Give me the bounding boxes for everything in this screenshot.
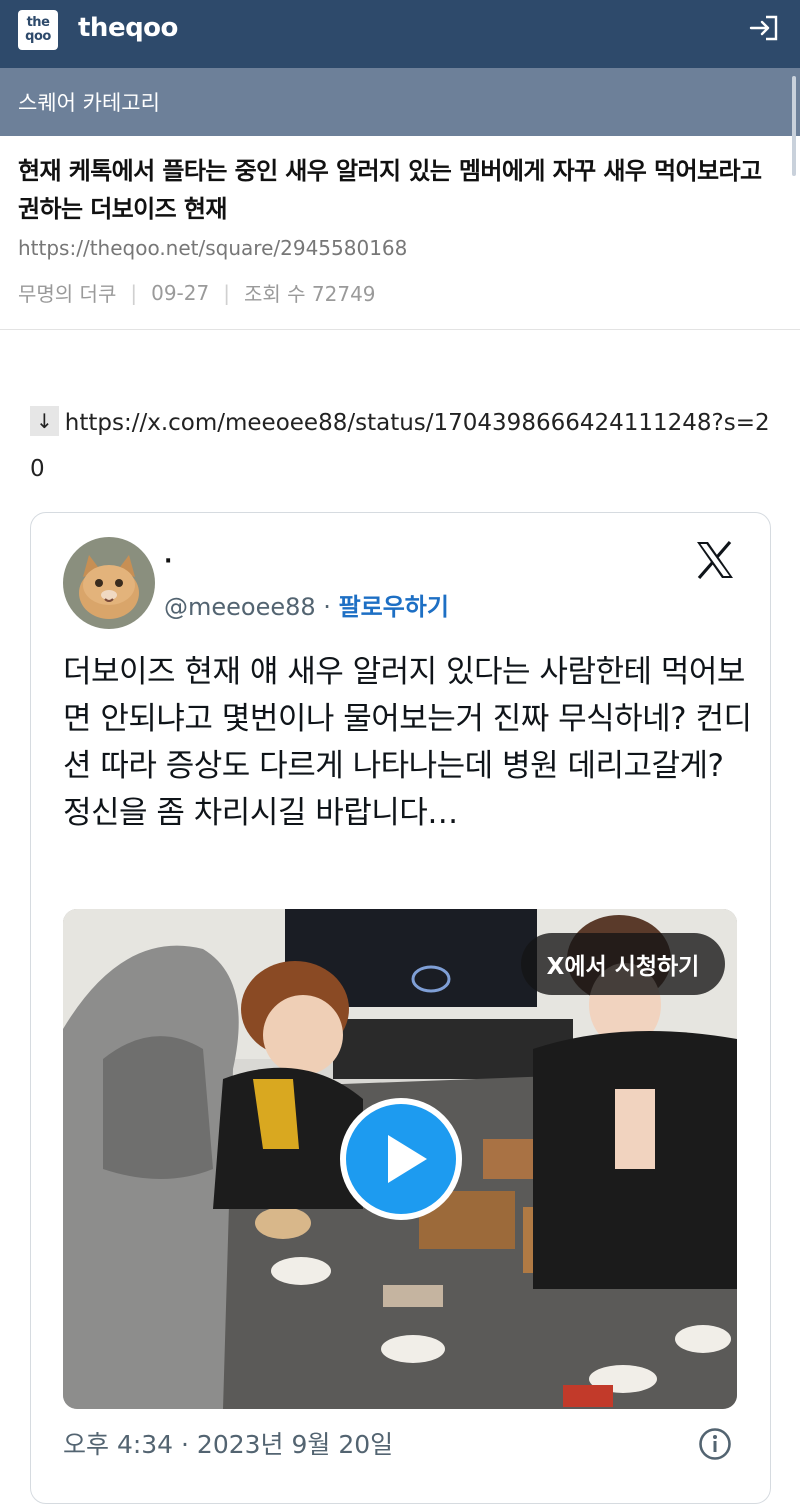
category-label[interactable]: 스퀘어 카테고리 [18, 87, 160, 117]
site-name[interactable]: theqoo [78, 13, 178, 43]
post-title: 현재 케톡에서 플타는 중인 새우 알러지 있는 멤버에게 자꾸 새우 먹어보라… [18, 157, 762, 223]
header-divider [0, 329, 800, 330]
post-author: 무명의 더쿠 [18, 282, 117, 306]
source-link[interactable]: ↓ https://x.com/meeoee88/status/170439866… [30, 400, 770, 492]
login-arrow-icon[interactable] [748, 14, 780, 42]
site-logo[interactable]: the qoo [18, 10, 58, 50]
source-link-text[interactable]: https://x.com/meeoee88/status/1704398666… [30, 410, 770, 482]
avatar[interactable] [63, 537, 155, 629]
tweet-handle-row: @meeoee88 · 팔로우하기 [164, 587, 449, 622]
follow-button[interactable]: 팔로우하기 [339, 593, 449, 621]
post-url[interactable]: https://theqoo.net/square/2945580168 [18, 236, 407, 260]
logo-text-top: the [26, 15, 50, 30]
category-bar[interactable]: 스퀘어 카테고리 [0, 68, 800, 136]
logo-text-bottom: qoo [25, 29, 51, 44]
meta-separator: | [130, 280, 138, 305]
info-icon[interactable] [698, 1427, 732, 1461]
meta-separator: | [223, 280, 230, 305]
post-date: 09-27 [151, 280, 210, 305]
post-meta: 무명의 더쿠 | 09-27 | 조회 수 72749 [18, 278, 376, 307]
tweet-timestamp[interactable]: 오후 4:34 · 2023년 9월 20일 [63, 1425, 393, 1461]
play-icon[interactable] [339, 1097, 463, 1221]
watch-on-x-button[interactable]: X에서 시청하기 [521, 933, 725, 995]
down-arrow-icon: ↓ [30, 406, 59, 436]
cat-avatar-icon [63, 537, 155, 629]
handle-separator: · [315, 593, 339, 621]
scrollbar[interactable] [792, 76, 796, 176]
tweet-handle[interactable]: @meeoee88 [164, 593, 316, 621]
tweet-display-name[interactable]: · [164, 549, 172, 574]
tweet-text: 더보이즈 현재 얘 새우 알러지 있다는 사람한테 먹어보면 안되냐고 몇번이나… [63, 654, 752, 831]
x-logo-icon[interactable] [694, 539, 736, 581]
top-navigation-bar: the qoo theqoo [0, 0, 800, 68]
post-views: 조회 수 72749 [243, 282, 376, 306]
embedded-tweet[interactable]: · @meeoee88 · 팔로우하기 더보이즈 현재 얘 새우 알러지 있다는… [30, 512, 771, 1504]
tweet-video[interactable]: X에서 시청하기 [63, 909, 737, 1409]
